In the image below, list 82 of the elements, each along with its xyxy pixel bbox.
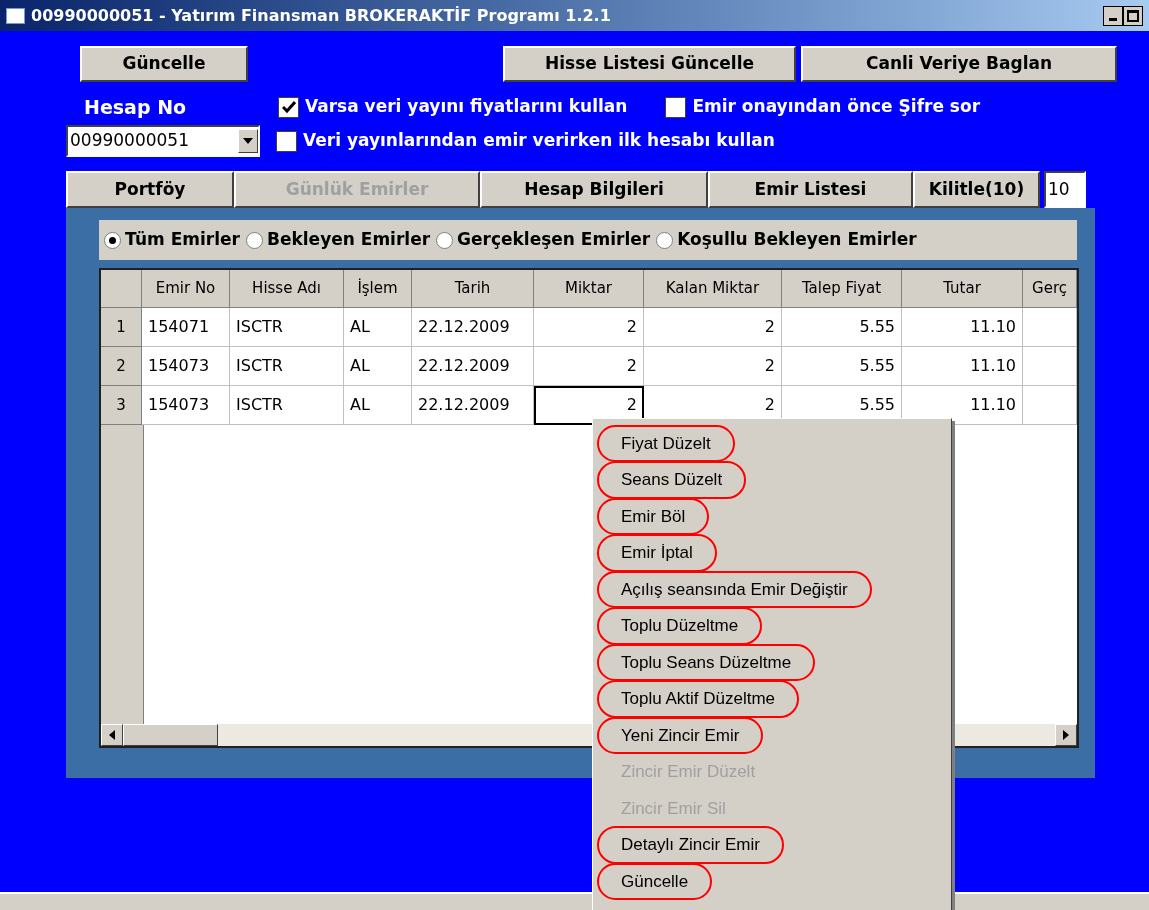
table-cell: 11.10 [902, 308, 1023, 347]
menu-item[interactable]: Fiyat Düzelt [597, 424, 735, 462]
table-cell [1023, 347, 1077, 386]
checkbox[interactable] [276, 130, 297, 152]
menu-item[interactable]: Toplu Seans Düzeltme [597, 643, 816, 681]
table-cell: AL [344, 347, 412, 386]
menu-item[interactable]: Yeni Zincir Emir [597, 716, 764, 754]
row-header: 1 [101, 308, 142, 347]
table-cell: ISCTR [230, 347, 344, 386]
menu-item[interactable]: Emir İptal [597, 534, 717, 572]
account-dropdown[interactable]: 00990000051 [66, 125, 260, 157]
connect-button[interactable]: Canli Veriye Baglan [801, 46, 1117, 82]
tab[interactable]: Portföy [66, 171, 234, 208]
radio-label: Tüm Emirler [125, 228, 240, 252]
table-cell: 2 [534, 308, 644, 347]
minimize-icon [1109, 17, 1117, 21]
menu-item[interactable]: Açılış seansında Emir Değiştir [597, 570, 872, 608]
maximize-icon [1127, 9, 1139, 22]
window-title: 00990000051 - Yatırım Finansman BROKERAKTİF Programı 1.2.1 [31, 4, 612, 27]
table-cell: 11.10 [902, 347, 1023, 386]
tab[interactable]: Emir Listesi [708, 171, 913, 208]
table-cell: 154071 [142, 308, 230, 347]
scroll-thumb[interactable] [123, 724, 218, 746]
lock-field[interactable]: 10 [1044, 171, 1086, 208]
menu-item[interactable]: Detaylı Zincir Emir [597, 826, 784, 864]
column-header[interactable]: Tarih [412, 270, 534, 308]
column-header[interactable]: Kalan Miktar [644, 270, 782, 308]
app-icon [6, 7, 25, 24]
account-value: 00990000051 [69, 129, 190, 153]
table-cell [1023, 386, 1077, 425]
column-header[interactable]: Talep Fiyat [782, 270, 902, 308]
table-cell: 22.12.2009 [412, 386, 534, 425]
column-header[interactable]: Miktar [534, 270, 644, 308]
corner-cell [101, 270, 142, 308]
maximize-button[interactable] [1123, 5, 1143, 26]
update-list-button[interactable]: Hisse Listesi Güncelle [503, 46, 796, 82]
table-cell: 154073 [142, 347, 230, 386]
row-header: 2 [101, 347, 142, 386]
menu-item[interactable]: Toplu Aktif Düzeltme [597, 680, 799, 718]
menu-item[interactable]: Emir Böl [597, 497, 710, 535]
column-header[interactable]: Emir No [142, 270, 230, 308]
table-cell: 22.12.2009 [412, 347, 534, 386]
scroll-right-icon[interactable] [1055, 724, 1077, 746]
checkbox[interactable] [665, 96, 687, 118]
menu-item[interactable]: Seans Düzelt [597, 461, 747, 499]
menu-item[interactable]: Güncelle [597, 862, 713, 900]
table-cell: AL [344, 386, 412, 425]
table-cell: 22.12.2009 [412, 308, 534, 347]
table-cell: ISCTR [230, 308, 344, 347]
table-cell: 2 [534, 347, 644, 386]
column-header[interactable]: Hisse Adı [230, 270, 344, 308]
checkbox-label: Emir onayından önce Şifre sor [692, 95, 981, 119]
column-header[interactable]: İşlem [344, 270, 412, 308]
table-cell: 154073 [142, 386, 230, 425]
radio-button[interactable] [436, 231, 454, 249]
tab[interactable]: Kilitle(10) [913, 171, 1040, 208]
table-cell: 2 [644, 308, 782, 347]
table-cell: 2 [644, 347, 782, 386]
checkmark-icon [281, 101, 296, 113]
row-header: 3 [101, 386, 142, 425]
radio-label: Koşullu Bekleyen Emirler [677, 228, 917, 252]
tab[interactable]: Hesap Bilgileri [480, 171, 708, 208]
table-cell [1023, 308, 1077, 347]
account-label: Hesap No [84, 94, 188, 120]
radio-label: Gerçekleşen Emirler [457, 228, 651, 252]
radio-button[interactable] [246, 231, 263, 249]
radio-button[interactable] [104, 231, 121, 249]
checkbox[interactable] [278, 96, 299, 118]
checkbox-label: Veri yayınlarından emir verirken ilk hesabı kullan [303, 129, 775, 153]
update-button[interactable]: Güncelle [80, 46, 248, 82]
scroll-left-icon[interactable] [101, 724, 123, 746]
table-cell: ISCTR [230, 386, 344, 425]
table-cell: 5.55 [782, 308, 902, 347]
table-cell: AL [344, 308, 412, 347]
minimize-button[interactable] [1103, 5, 1123, 26]
column-header[interactable]: Tutar [902, 270, 1023, 308]
radio-label: Bekleyen Emirler [267, 228, 431, 252]
menu-item[interactable]: Toplu Düzeltme [597, 607, 763, 645]
radio-button[interactable] [656, 231, 674, 249]
table-cell: 5.55 [782, 347, 902, 386]
checkbox-label: Varsa veri yayını fiyatlarını kullan [305, 95, 628, 119]
column-header[interactable]: Gerç [1023, 270, 1077, 308]
